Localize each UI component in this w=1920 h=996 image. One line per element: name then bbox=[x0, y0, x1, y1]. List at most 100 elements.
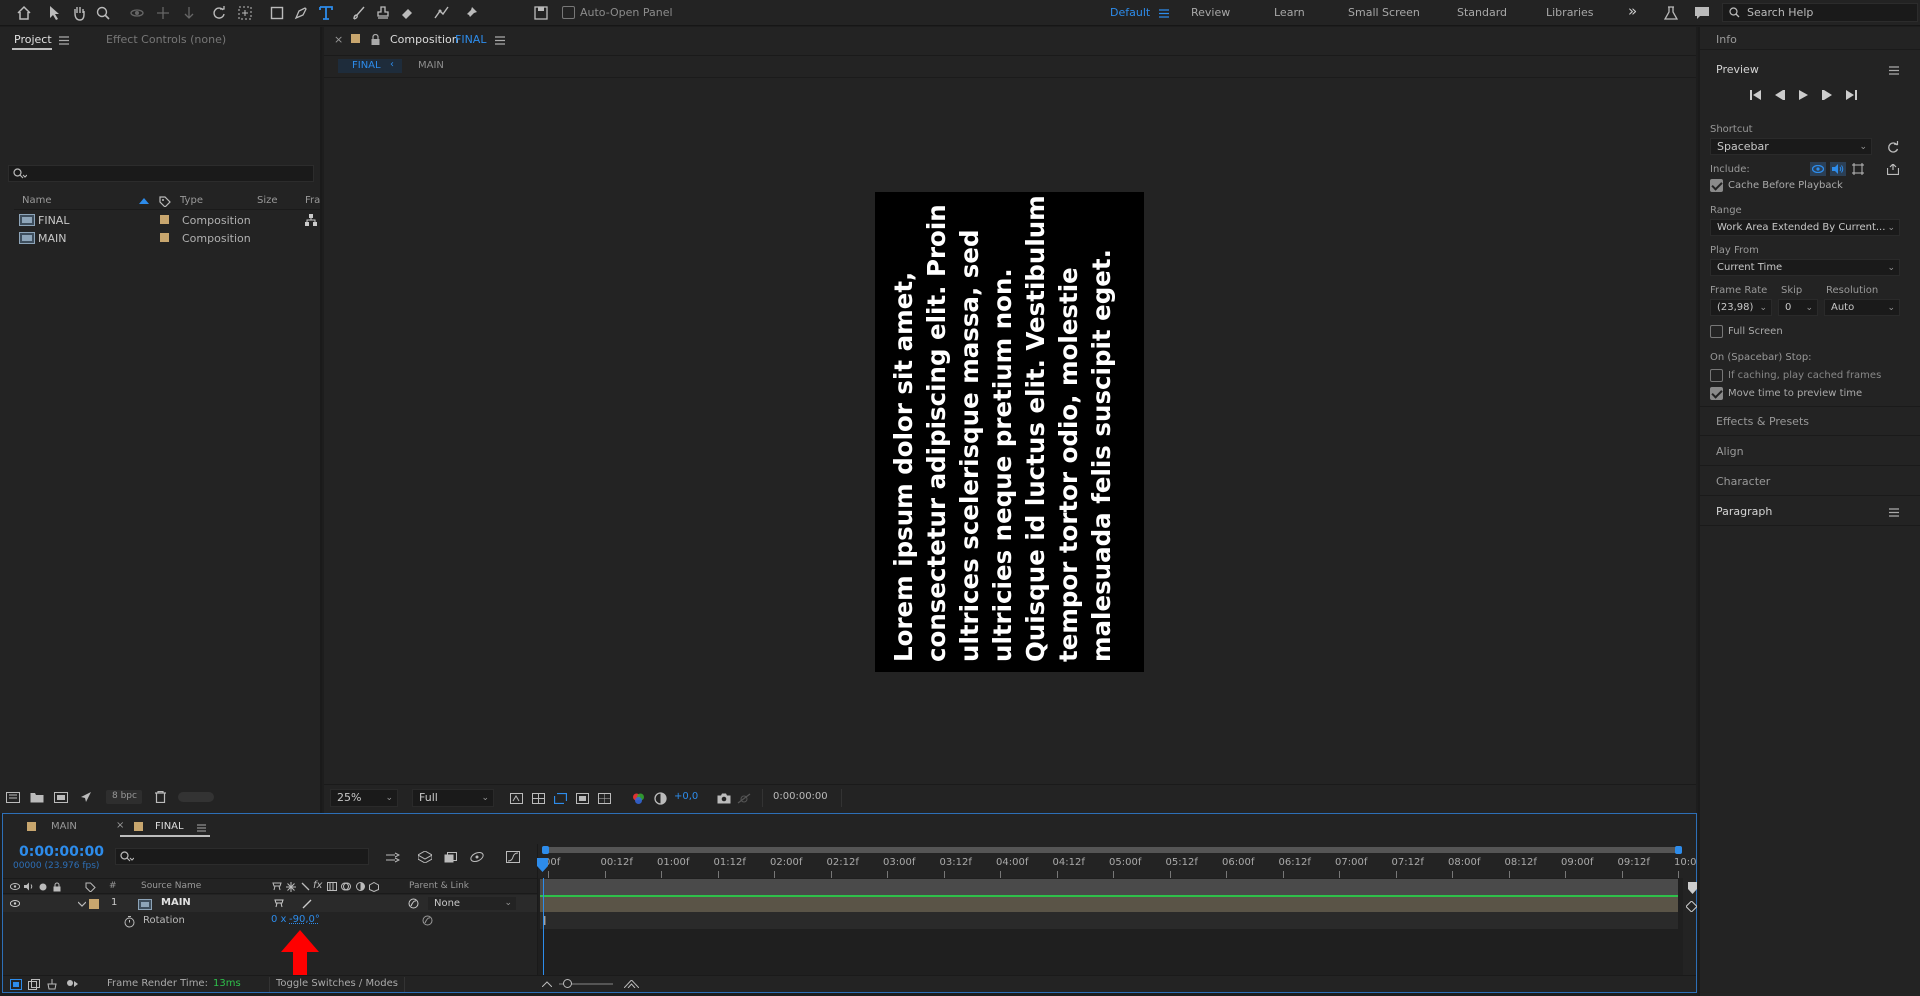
cache-before-playback-checkbox[interactable] bbox=[1710, 179, 1723, 192]
preview-panel-menu-icon[interactable] bbox=[1888, 65, 1900, 75]
anchor-point-tool-icon[interactable] bbox=[236, 3, 254, 23]
column-parent-link[interactable]: Parent & Link bbox=[409, 881, 469, 891]
brush-tool-icon[interactable] bbox=[350, 3, 368, 23]
workspace-learn[interactable]: Learn bbox=[1274, 6, 1305, 19]
project-search-field[interactable] bbox=[8, 165, 314, 182]
work-area-end-handle[interactable] bbox=[1675, 846, 1682, 854]
play-icon[interactable] bbox=[1796, 89, 1810, 101]
region-of-interest-icon[interactable] bbox=[552, 791, 568, 805]
breadcrumb-final[interactable]: FINAL ‹ bbox=[338, 59, 402, 73]
project-item[interactable]: FINAL Composition bbox=[14, 211, 320, 229]
interpret-footage-icon[interactable] bbox=[4, 790, 22, 804]
skip-dropdown[interactable]: 0 ⌄ bbox=[1778, 299, 1818, 316]
show-snapshot-icon[interactable] bbox=[736, 791, 752, 805]
comp-marker-icon[interactable] bbox=[1687, 882, 1697, 894]
timeline-search-field[interactable] bbox=[115, 848, 369, 865]
timeline-zoom-slider[interactable] bbox=[559, 979, 613, 988]
current-time-field[interactable]: 0:00:00:00 bbox=[762, 789, 842, 807]
tab-project[interactable]: Project bbox=[14, 33, 52, 46]
info-panel-title[interactable]: Info bbox=[1716, 33, 1737, 46]
tab-final[interactable]: FINAL bbox=[155, 821, 184, 832]
label-tag-icon[interactable] bbox=[83, 881, 97, 892]
layer-label-swatch[interactable] bbox=[89, 899, 99, 909]
full-screen-checkbox[interactable] bbox=[1710, 325, 1723, 338]
eraser-tool-icon[interactable] bbox=[398, 3, 416, 23]
resolution-dropdown[interactable]: Full ⌄ bbox=[412, 789, 494, 807]
workspace-libraries[interactable]: Libraries bbox=[1546, 6, 1594, 19]
trash-icon[interactable] bbox=[152, 790, 168, 804]
play-from-dropdown[interactable]: Current Time ⌄ bbox=[1710, 259, 1900, 276]
reset-exposure-icon[interactable] bbox=[652, 790, 668, 806]
home-icon[interactable] bbox=[14, 3, 34, 23]
include-video-icon[interactable] bbox=[1810, 162, 1826, 176]
pen-tool-icon[interactable] bbox=[292, 3, 310, 23]
workspace-review[interactable]: Review bbox=[1191, 6, 1230, 19]
paragraph-panel-menu-icon[interactable] bbox=[1888, 507, 1900, 517]
lock-column-icon[interactable] bbox=[51, 881, 63, 892]
column-size[interactable]: Size bbox=[257, 195, 278, 206]
in-out-toggle-icon[interactable] bbox=[45, 978, 59, 990]
hand-tool-icon[interactable] bbox=[70, 3, 88, 23]
project-panel-menu-icon[interactable] bbox=[58, 34, 70, 46]
composition-panel-menu-icon[interactable] bbox=[494, 35, 506, 45]
bit-depth-button[interactable]: 8 bpc bbox=[106, 790, 142, 804]
zoom-out-icon[interactable] bbox=[541, 979, 553, 989]
zoom-in-icon[interactable] bbox=[623, 978, 639, 990]
character-panel[interactable]: Character bbox=[1716, 475, 1770, 488]
property-pick-whip-icon[interactable] bbox=[421, 914, 434, 927]
transparency-grid-icon[interactable] bbox=[530, 791, 546, 805]
clone-stamp-tool-icon[interactable] bbox=[374, 3, 392, 23]
frame-blending-icon[interactable] bbox=[469, 850, 485, 864]
last-frame-icon[interactable] bbox=[1844, 89, 1858, 101]
shy-switch-icon[interactable] bbox=[271, 881, 283, 892]
rectangle-tool-icon[interactable] bbox=[268, 3, 286, 23]
paragraph-panel[interactable]: Paragraph bbox=[1716, 505, 1772, 518]
layer-collapse-switch-icon[interactable] bbox=[273, 898, 285, 909]
composition-viewer[interactable]: Lorem ipsum dolor sit amet, consectetur … bbox=[324, 77, 1696, 783]
tab-effect-controls[interactable]: Effect Controls (none) bbox=[106, 33, 226, 46]
move-time-checkbox[interactable] bbox=[1710, 387, 1723, 400]
time-ruler[interactable]: 00f 00:12f 01:00f 01:12f 02:00f 02:12f 03:00f 0… bbox=[537, 844, 1696, 878]
mask-visibility-icon[interactable] bbox=[574, 791, 590, 805]
workspace-default[interactable]: Default bbox=[1110, 6, 1150, 19]
layer-row[interactable]: 1 MAIN None ⌄ bbox=[3, 895, 537, 912]
breadcrumb-main[interactable]: MAIN bbox=[418, 60, 444, 71]
adjustment-layer-switch-icon[interactable] bbox=[354, 881, 366, 892]
include-output-icon[interactable] bbox=[1886, 162, 1900, 176]
selection-tool-icon[interactable] bbox=[46, 3, 64, 23]
roto-brush-tool-icon[interactable] bbox=[432, 3, 452, 23]
chat-icon[interactable] bbox=[1692, 3, 1712, 23]
column-name[interactable]: Name bbox=[22, 195, 52, 206]
tab-main[interactable]: MAIN bbox=[51, 821, 77, 832]
draft-3d-icon[interactable] bbox=[417, 850, 433, 864]
snapshot-camera-icon[interactable] bbox=[716, 791, 732, 805]
solo-icon[interactable] bbox=[37, 881, 49, 892]
video-eye-icon[interactable] bbox=[9, 881, 21, 892]
frame-blend-switch-icon[interactable] bbox=[326, 881, 338, 892]
color-channels-icon[interactable] bbox=[630, 790, 646, 806]
fast-previews-icon[interactable] bbox=[508, 791, 524, 805]
workspace-overflow-icon[interactable]: » bbox=[1628, 2, 1637, 20]
frame-rate-dropdown[interactable]: (23,98) ⌄ bbox=[1710, 299, 1772, 316]
next-frame-icon[interactable] bbox=[1820, 89, 1834, 101]
layer-duration-bar[interactable] bbox=[540, 895, 1678, 912]
include-overlays-icon[interactable] bbox=[1850, 162, 1866, 176]
render-queue-icon[interactable] bbox=[78, 790, 94, 804]
quality-switch-icon[interactable] bbox=[299, 881, 311, 892]
layer-quality-switch-icon[interactable] bbox=[301, 898, 313, 909]
toggle-switches-modes-button[interactable]: Toggle Switches / Modes bbox=[269, 977, 405, 992]
puppet-pin-tool-icon[interactable] bbox=[462, 3, 480, 23]
type-tool-icon[interactable] bbox=[316, 3, 336, 23]
timeline-current-time[interactable]: 0:00:00:00 bbox=[19, 844, 104, 860]
zoom-dropdown[interactable]: 25% ⌄ bbox=[330, 789, 398, 807]
zoom-tool-icon[interactable] bbox=[94, 3, 112, 23]
layer-name[interactable]: MAIN bbox=[161, 897, 191, 908]
layer-switches-toggle-icon[interactable] bbox=[9, 978, 23, 990]
twirl-down-icon[interactable] bbox=[77, 899, 87, 909]
column-source-name[interactable]: Source Name bbox=[141, 881, 201, 891]
align-panel[interactable]: Align bbox=[1716, 445, 1744, 458]
rotation-degrees-value[interactable]: -90,0° bbox=[289, 914, 320, 925]
reset-shortcut-icon[interactable] bbox=[1886, 140, 1900, 154]
composition-tab-prefix[interactable]: Composition bbox=[390, 33, 459, 46]
workspace-menu-icon[interactable] bbox=[1157, 6, 1171, 20]
